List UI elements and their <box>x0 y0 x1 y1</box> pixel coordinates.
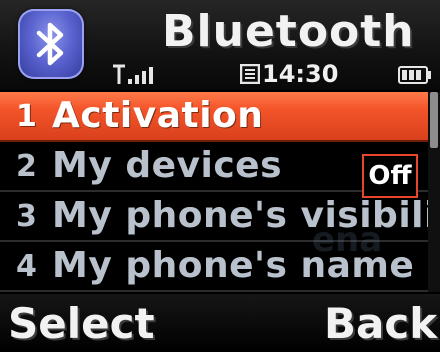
menu-item-label: Activation <box>52 95 264 136</box>
menu-item-number: 1 <box>16 99 37 134</box>
clock-time: 14:30 <box>262 60 339 88</box>
status-badge: Off <box>362 154 418 198</box>
signal-strength-icon <box>112 64 158 90</box>
menu-item-label: My devices <box>52 145 282 186</box>
softkey-bar: Select Back <box>0 294 440 352</box>
scrollbar-thumb[interactable] <box>430 92 438 148</box>
battery-icon <box>398 66 432 88</box>
back-softkey[interactable]: Back <box>324 298 437 350</box>
select-softkey[interactable]: Select <box>8 298 155 350</box>
watermark: ena <box>312 220 383 260</box>
header: Bluetooth 14:30 <box>0 0 440 90</box>
status-bar: 14:30 <box>0 60 440 88</box>
phone-screen: Bluetooth 14:30 1 Activation 2 My device… <box>0 0 440 352</box>
menu-item-number: 4 <box>16 249 37 284</box>
menu-item-activation[interactable]: 1 Activation <box>0 92 428 142</box>
menu-item-number: 3 <box>16 199 37 234</box>
scrollbar[interactable] <box>428 92 440 292</box>
menu-item-number: 2 <box>16 149 37 184</box>
message-icon <box>239 63 261 88</box>
page-title: Bluetooth <box>162 6 415 57</box>
